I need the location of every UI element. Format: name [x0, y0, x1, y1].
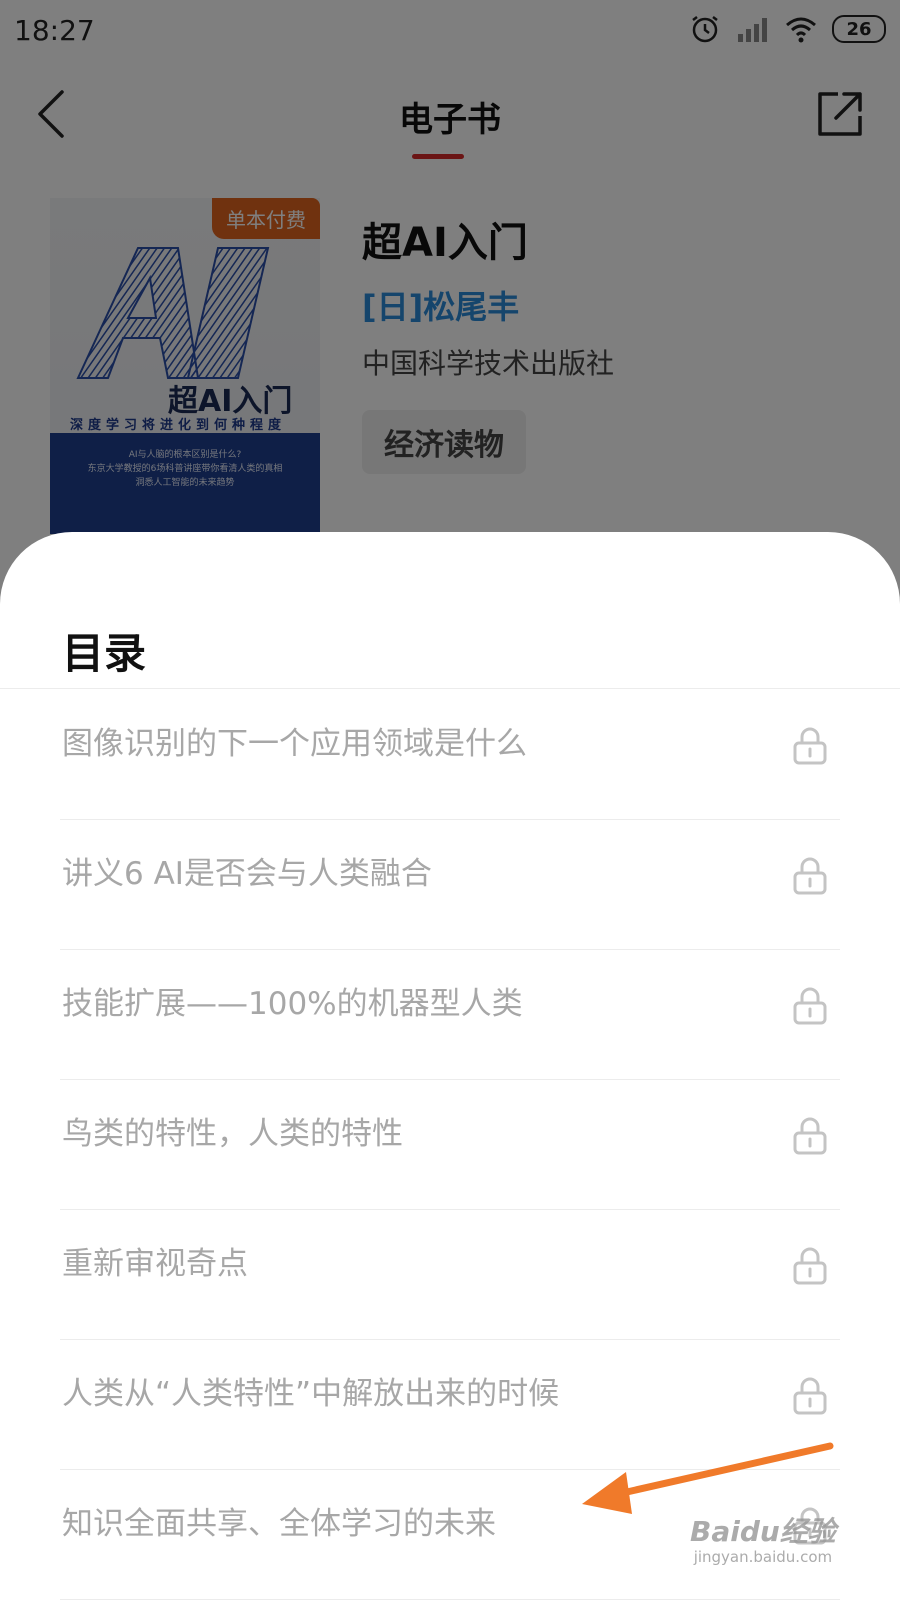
lock-icon [793, 1117, 827, 1155]
toc-item-label: 鸟类的特性，人类的特性 [62, 1116, 403, 1152]
toc-item-label: 讲义6 AI是否会与人类融合 [62, 856, 432, 892]
toc-item[interactable]: 技能扩展——100%的机器型人类 [60, 950, 840, 1080]
lock-icon [793, 1247, 827, 1285]
toc-item[interactable]: 图像识别的下一个应用领域是什么 [60, 690, 840, 820]
lock-icon [793, 857, 827, 895]
divider [0, 688, 900, 689]
toc-item[interactable]: 重新审视奇点 [60, 1210, 840, 1340]
toc-item[interactable]: 讲义6 AI是否会与人类融合 [60, 820, 840, 950]
watermark-url: jingyan.baidu.com [693, 1548, 833, 1566]
toc-item-label: 知识全面共享、全体学习的未来 [62, 1506, 496, 1542]
lock-icon [793, 727, 827, 765]
watermark: Baidu经验 jingyan.baidu.com [690, 1510, 836, 1566]
lock-icon [793, 1377, 827, 1415]
sheet-title: 目录 [62, 629, 147, 678]
toc-item-label: 图像识别的下一个应用领域是什么 [62, 726, 527, 762]
toc-item-label: 重新审视奇点 [62, 1246, 248, 1282]
watermark-logo: Baidu经验 [690, 1515, 836, 1548]
lock-icon [793, 987, 827, 1025]
toc-sheet: 目录 图像识别的下一个应用领域是什么 讲义6 AI是否会与人类融合 技能扩展——… [0, 532, 900, 1600]
toc-item[interactable]: 鸟类的特性，人类的特性 [60, 1080, 840, 1210]
toc-item-label: 技能扩展——100%的机器型人类 [62, 986, 523, 1022]
toc-item-label: 人类从“人类特性”中解放出来的时候 [62, 1376, 560, 1412]
